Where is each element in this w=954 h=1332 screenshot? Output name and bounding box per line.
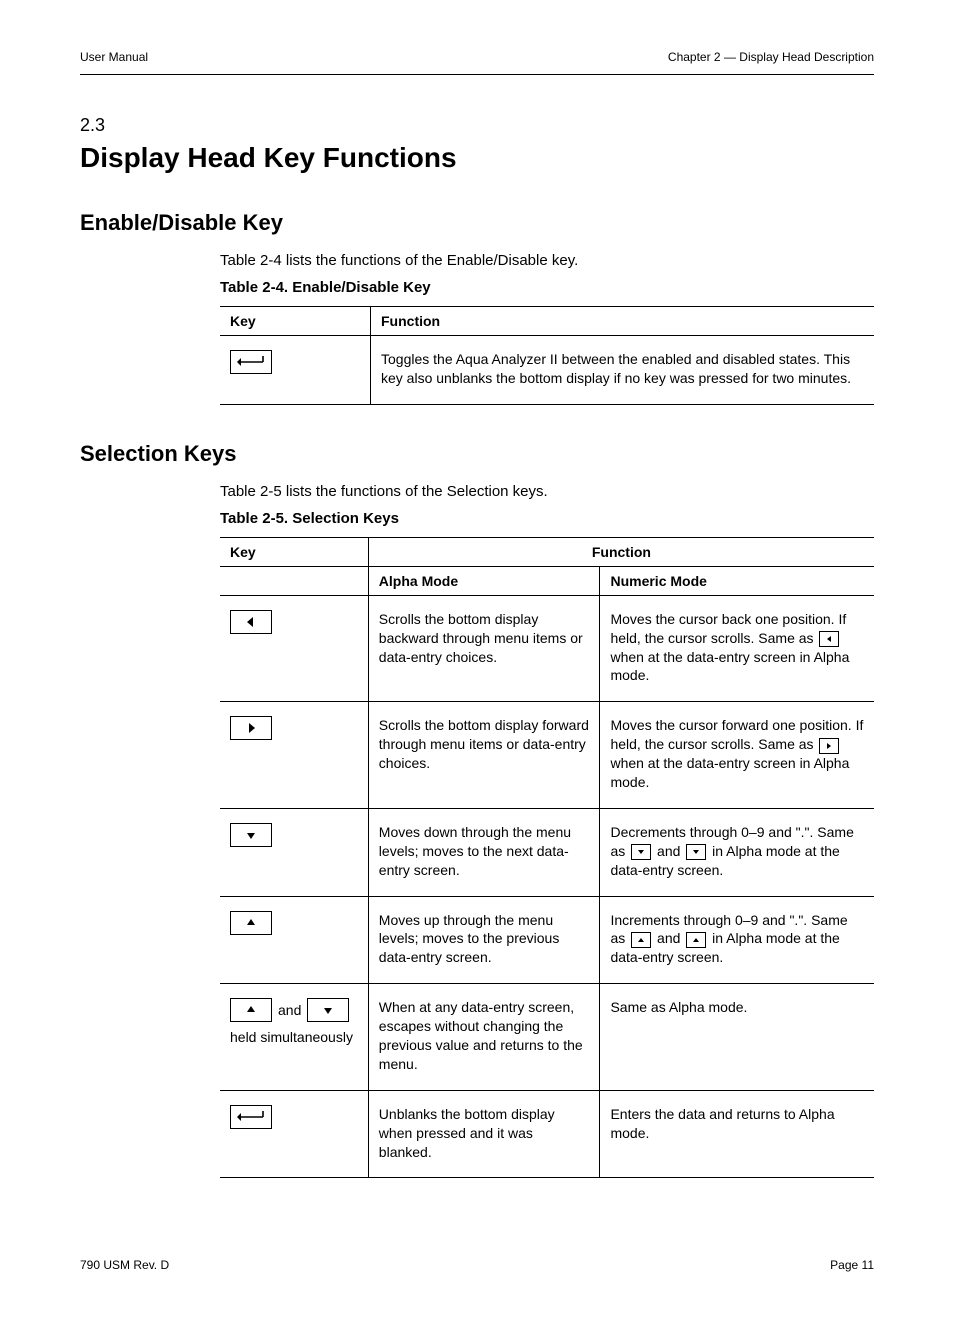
cell-alpha: Scrolls the bottom display backward thro… (379, 610, 590, 667)
header-left: User Manual (80, 50, 148, 64)
table-intro-2: Table 2-5 lists the functions of the Sel… (220, 483, 874, 500)
section-title-1: Enable/Disable Key (80, 210, 874, 236)
table-caption-2: Table 2-5. Selection Keys (220, 510, 874, 527)
cell-num: Increments through 0–9 and ".". Same as … (610, 911, 864, 968)
row-function: Toggles the Aqua Analyzer II between the… (381, 350, 864, 388)
down-arrow-key-icon (307, 998, 349, 1022)
cell-alpha: Moves up through the menu levels; moves … (379, 911, 590, 968)
footer-left: 790 USM Rev. D (80, 1258, 169, 1272)
held-note: held simultaneously (230, 1028, 358, 1047)
section-title-2: Selection Keys (80, 441, 874, 467)
th-alpha: Alpha Mode (368, 566, 600, 595)
table-caption-1: Table 2-4. Enable/Disable Key (220, 279, 874, 296)
cell-num: Moves the cursor back one position. If h… (610, 610, 864, 686)
left-arrow-key-icon (230, 610, 272, 634)
down-arrow-small-icon (631, 844, 651, 860)
enter-key-icon (230, 350, 272, 374)
up-arrow-small-icon (686, 932, 706, 948)
right-arrow-small-icon (819, 738, 839, 754)
th-function-2: Function (368, 537, 874, 566)
held-and: and (278, 1001, 301, 1020)
cell-alpha: Moves down through the menu levels; move… (379, 823, 590, 880)
up-arrow-key-icon (230, 998, 272, 1022)
section-number: 2.3 (80, 115, 874, 136)
cell-alpha: Scrolls the bottom display forward throu… (379, 716, 590, 773)
cell-num: Same as Alpha mode. (610, 998, 864, 1017)
th-key-2: Key (220, 537, 368, 566)
up-arrow-key-icon (230, 911, 272, 935)
header-rule (80, 74, 874, 75)
cell-alpha: When at any data-entry screen, escapes w… (379, 998, 590, 1074)
up-arrow-small-icon (631, 932, 651, 948)
table-intro-1: Table 2-4 lists the functions of the Ena… (220, 252, 874, 269)
table-selection-keys: Key Function Alpha Mode Numeric Mode Scr… (220, 537, 874, 1179)
cell-num: Decrements through 0–9 and ".". Same as … (610, 823, 864, 880)
th-function: Function (371, 307, 875, 336)
right-arrow-key-icon (230, 716, 272, 740)
table-enable-disable: Key Function (220, 306, 874, 405)
footer-right: Page 11 (830, 1258, 874, 1272)
cell-alpha: Unblanks the bottom display when pressed… (379, 1105, 590, 1162)
cell-num: Moves the cursor forward one position. I… (610, 716, 864, 792)
left-arrow-small-icon (819, 631, 839, 647)
page-title: Display Head Key Functions (80, 142, 874, 174)
th-numeric: Numeric Mode (600, 566, 874, 595)
down-arrow-small-icon (686, 844, 706, 860)
down-arrow-key-icon (230, 823, 272, 847)
cell-num: Enters the data and returns to Alpha mod… (610, 1105, 864, 1143)
enter-key-icon (230, 1105, 272, 1129)
header-right: Chapter 2 — Display Head Description (668, 50, 874, 64)
th-key: Key (220, 307, 371, 336)
